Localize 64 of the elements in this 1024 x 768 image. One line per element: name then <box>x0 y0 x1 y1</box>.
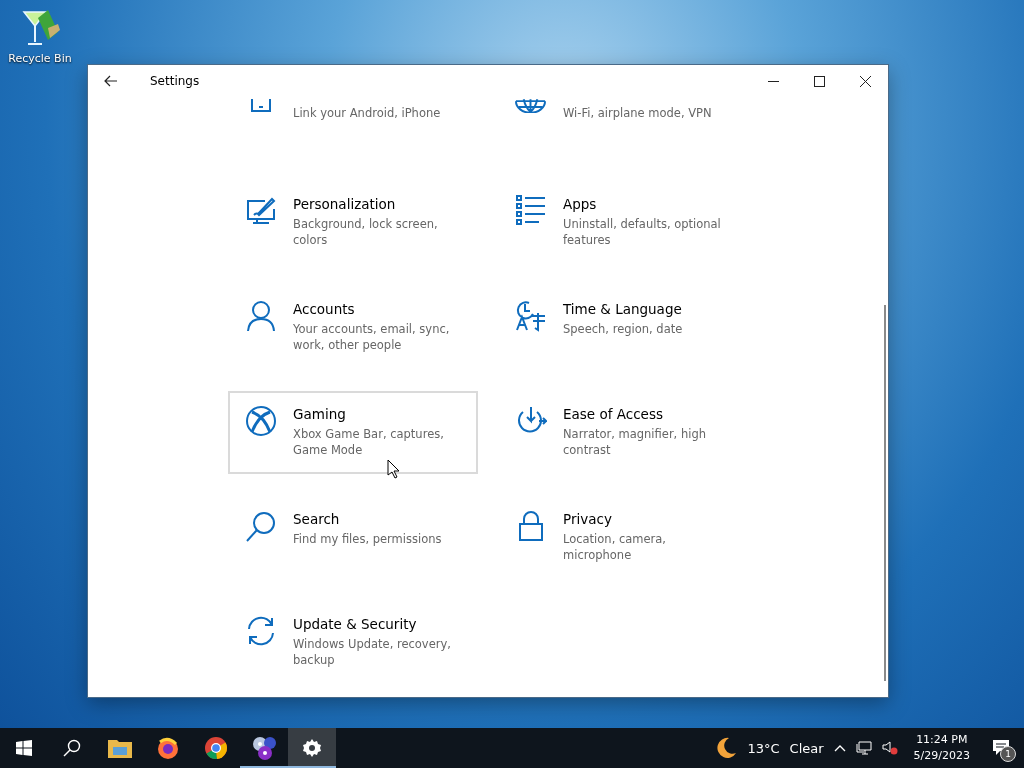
chrome-icon[interactable] <box>204 736 228 760</box>
category-title: Gaming <box>293 405 347 423</box>
person-icon <box>244 300 277 332</box>
category-description: Xbox Game Bar, captures, Game Mode <box>293 426 445 458</box>
clock-letters-icon <box>514 300 547 332</box>
category-title: Personalization <box>293 195 397 213</box>
moon-icon <box>715 737 738 759</box>
scrollbar[interactable] <box>884 305 886 681</box>
cursor-icon <box>387 459 399 479</box>
category-description: Your accounts, email, sync, work, other people <box>293 321 451 353</box>
paint-brush-icon <box>244 195 277 227</box>
phone-icon <box>249 99 272 113</box>
settings-category[interactable]: Privacy Location, camera, microphone <box>498 496 748 579</box>
category-title: Search <box>293 510 341 528</box>
close-icon <box>859 75 871 87</box>
settings-category[interactable]: Apps Uninstall, defaults, optional features <box>498 181 748 264</box>
settings-category[interactable]: Wi-Fi, airplane mode, VPN <box>498 97 748 159</box>
taskbar-app[interactable] <box>288 728 336 768</box>
settings-category[interactable]: Search Find my files, permissions <box>228 496 478 579</box>
category-title: Accounts <box>293 300 356 318</box>
settings-icon[interactable] <box>302 738 322 758</box>
category-description: Speech, region, date <box>563 321 684 337</box>
category-description: Narrator, magnifier, high contrast <box>563 426 707 458</box>
category-title: Ease of Access <box>563 405 664 423</box>
settings-category[interactable]: Update & Security Windows Update, recovery, backup <box>228 601 478 684</box>
window-title: Settings <box>150 74 201 88</box>
weather-condition: Clear <box>789 740 824 756</box>
folder-icon[interactable] <box>108 738 132 758</box>
category-description: Uninstall, defaults, optional features <box>563 216 722 248</box>
muted-speaker-icon[interactable] <box>881 741 898 755</box>
search-icon <box>244 510 277 542</box>
desktop-icon-label: Recycle Bin <box>8 52 72 65</box>
clock-time[interactable]: 11:24 PM <box>916 732 968 748</box>
category-title: Privacy <box>563 510 613 528</box>
notification-count: 1 <box>1000 746 1016 762</box>
category-description: Find my files, permissions <box>293 531 443 547</box>
category-title: Apps <box>563 195 598 213</box>
list-icon <box>514 195 547 227</box>
fox-globe-icon[interactable] <box>156 736 180 760</box>
settings-category[interactable]: Accounts Your accounts, email, sync, work, other people <box>228 286 478 369</box>
clock-date[interactable]: 5/29/2023 <box>913 748 970 764</box>
discs-icon[interactable] <box>251 735 277 761</box>
category-description: Link your Android, iPhone <box>293 105 442 121</box>
settings-category[interactable]: Link your Android, iPhone <box>228 97 478 159</box>
weather-temperature: 13°C <box>747 740 780 756</box>
settings-category[interactable]: Personalization Background, lock screen, colors <box>228 181 478 264</box>
category-description: Windows Update, recovery, backup <box>293 636 452 668</box>
settings-category[interactable]: Time & Language Speech, region, date <box>498 286 748 369</box>
category-title: Update & Security <box>293 615 418 633</box>
maximize-icon <box>813 75 825 87</box>
settings-category[interactable]: Ease of Access Narrator, magnifier, high contrast <box>498 391 748 474</box>
settings-category[interactable]: Gaming Xbox Game Bar, captures, Game Mode <box>228 391 478 474</box>
search-icon[interactable] <box>63 739 81 757</box>
category-description: Background, lock screen, colors <box>293 216 439 248</box>
category-title: Time & Language <box>563 300 683 318</box>
globe-icon <box>514 99 547 113</box>
category-description: Wi-Fi, airplane mode, VPN <box>563 105 713 121</box>
network-icon[interactable] <box>855 740 872 756</box>
chevron-up-icon[interactable] <box>833 744 846 752</box>
back-arrow-icon <box>104 75 118 87</box>
xbox-icon <box>244 405 277 437</box>
category-description: Location, camera, microphone <box>563 531 668 563</box>
minimize-icon <box>767 80 779 82</box>
windows-start-icon[interactable] <box>16 740 32 756</box>
